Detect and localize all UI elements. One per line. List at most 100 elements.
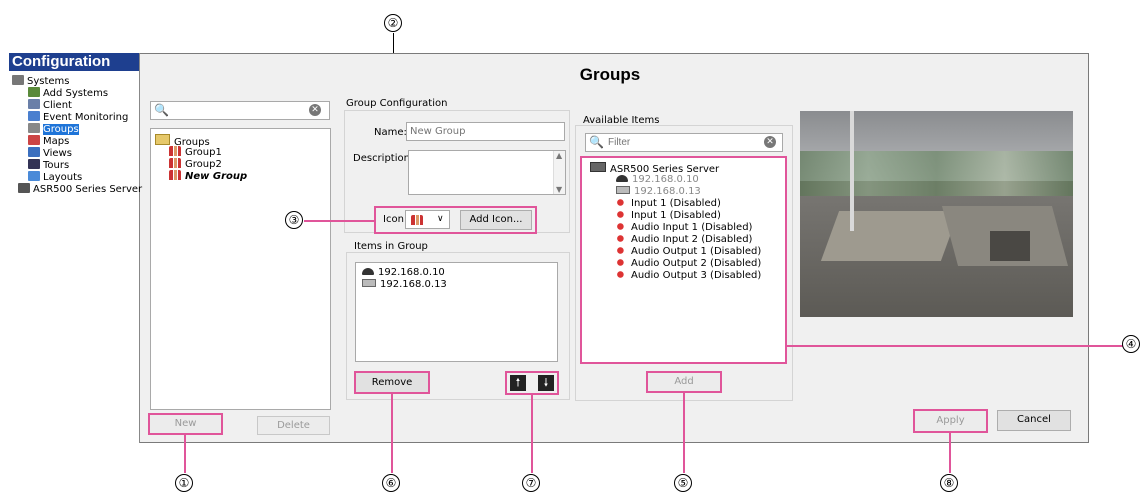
callout-2: ② — [384, 14, 402, 32]
description-field[interactable]: ▲ ▼ — [408, 150, 566, 195]
add-icon-button[interactable]: Add Icon... — [460, 210, 532, 230]
group-search-input[interactable] — [171, 103, 306, 117]
camera-icon — [616, 175, 628, 182]
callout-1: ① — [175, 474, 193, 492]
groups-icon — [28, 123, 40, 133]
event-monitoring-icon — [28, 111, 40, 121]
scroll-down-icon[interactable]: ▼ — [556, 185, 562, 194]
tree-item-systems[interactable]: Systems — [12, 75, 142, 87]
callout-7: ⑦ — [522, 474, 540, 492]
list-item[interactable]: Audio Output 3 (Disabled) — [616, 270, 761, 282]
clear-search-icon[interactable]: ✕ — [309, 104, 321, 116]
filter-input[interactable] — [606, 135, 756, 149]
groups-folder-icon — [155, 134, 170, 145]
list-item[interactable]: Audio Input 2 (Disabled) — [616, 234, 761, 246]
callout-7-line — [531, 395, 533, 473]
tree-item-maps[interactable]: Maps — [12, 135, 142, 147]
clear-filter-icon[interactable]: ✕ — [764, 136, 776, 148]
tree-item-groups-root[interactable]: Groups — [155, 134, 247, 148]
config-tree: Systems Add Systems Client Event Monitor… — [12, 75, 142, 195]
tours-icon — [28, 159, 40, 169]
list-item[interactable]: Input 1 (Disabled) — [616, 198, 761, 210]
icon-label: Icon: — [383, 214, 408, 225]
tree-item-tours[interactable]: Tours — [12, 159, 142, 171]
new-button[interactable]: New — [148, 413, 223, 435]
io-icon — [616, 234, 627, 243]
configuration-title: Configuration — [9, 53, 139, 71]
tree-item-add-systems[interactable]: Add Systems — [12, 87, 142, 99]
list-item[interactable]: 192.168.0.10 — [616, 174, 761, 186]
views-icon — [28, 147, 40, 157]
name-label: Name: — [374, 127, 407, 138]
callout-1-line — [184, 435, 186, 473]
io-icon — [616, 246, 627, 255]
callout-8: ⑧ — [940, 474, 958, 492]
client-icon — [28, 99, 40, 109]
chevron-down-icon: ∨ — [437, 214, 444, 224]
io-icon — [616, 270, 627, 279]
group-configuration-label: Group Configuration — [346, 98, 448, 109]
callout-4-line — [787, 345, 1123, 347]
server-icon — [590, 162, 606, 172]
list-item[interactable]: Audio Output 2 (Disabled) — [616, 258, 761, 270]
camera-icon — [362, 268, 374, 275]
callout-3: ③ — [285, 211, 303, 229]
description-scrollbar[interactable]: ▲ ▼ — [553, 151, 565, 194]
tree-item-group1[interactable]: Group1 — [155, 146, 247, 158]
tree-item-views[interactable]: Views — [12, 147, 142, 159]
tree-item-new-group[interactable]: New Group — [155, 170, 247, 182]
move-down-button[interactable]: 🠗 — [538, 375, 554, 391]
callout-6-line — [391, 394, 393, 473]
callout-5: ⑤ — [674, 474, 692, 492]
scroll-up-icon[interactable]: ▲ — [556, 151, 562, 160]
group-tree: Groups Group1 Group2 New Group — [150, 128, 331, 410]
apply-button[interactable]: Apply — [913, 409, 988, 433]
icon-dropdown[interactable]: ∨ — [405, 210, 450, 229]
layouts-icon — [28, 171, 40, 181]
encoder-icon — [362, 279, 376, 287]
callout-5-line — [683, 393, 685, 473]
io-icon — [616, 210, 627, 219]
systems-icon — [12, 75, 24, 85]
list-item[interactable]: 192.168.0.13 — [616, 186, 761, 198]
delete-button[interactable]: Delete — [257, 416, 330, 435]
group-search-box: 🔍 ✕ — [150, 101, 330, 120]
group-icon — [169, 158, 181, 168]
tree-item-groups[interactable]: Groups — [12, 123, 142, 135]
description-label: Description: — [353, 153, 414, 164]
arrow-down-icon: 🠗 — [543, 376, 549, 389]
io-icon — [616, 258, 627, 267]
server-icon — [18, 183, 30, 193]
add-systems-icon — [28, 87, 40, 97]
tree-item-group2[interactable]: Group2 — [155, 158, 247, 170]
tree-item-server[interactable]: ASR500 Series Server — [12, 183, 142, 195]
items-in-group-list: 192.168.0.10 192.168.0.13 — [355, 262, 558, 362]
move-up-button[interactable]: 🠕 — [510, 375, 526, 391]
group-icon — [169, 146, 181, 156]
search-icon: 🔍 — [589, 135, 604, 149]
encoder-icon — [616, 186, 630, 194]
maps-icon — [28, 135, 40, 145]
search-icon: 🔍 — [154, 103, 169, 117]
tree-item-event-monitoring[interactable]: Event Monitoring — [12, 111, 142, 123]
tree-item-server[interactable]: ASR500 Series Server — [590, 162, 761, 175]
tree-item-layouts[interactable]: Layouts — [12, 171, 142, 183]
available-items-tree: ASR500 Series Server 192.168.0.10 192.16… — [580, 156, 787, 364]
list-item[interactable]: 192.168.0.13 — [362, 279, 447, 291]
group-icon — [411, 215, 423, 225]
list-item[interactable]: Input 1 (Disabled) — [616, 210, 761, 222]
remove-button[interactable]: Remove — [354, 371, 430, 394]
callout-6: ⑥ — [382, 474, 400, 492]
items-in-group-label: Items in Group — [354, 241, 428, 252]
tree-item-client[interactable]: Client — [12, 99, 142, 111]
list-item[interactable]: Audio Output 1 (Disabled) — [616, 246, 761, 258]
cancel-button[interactable]: Cancel — [997, 410, 1071, 431]
add-button[interactable]: Add — [646, 371, 722, 393]
configuration-sidebar: Configuration Systems Add Systems Client… — [9, 53, 142, 443]
name-field[interactable] — [406, 122, 565, 141]
list-item[interactable]: 192.168.0.10 — [362, 267, 447, 279]
filter-box: 🔍 ✕ — [585, 133, 783, 152]
io-icon — [616, 198, 627, 207]
io-icon — [616, 222, 627, 231]
list-item[interactable]: Audio Input 1 (Disabled) — [616, 222, 761, 234]
